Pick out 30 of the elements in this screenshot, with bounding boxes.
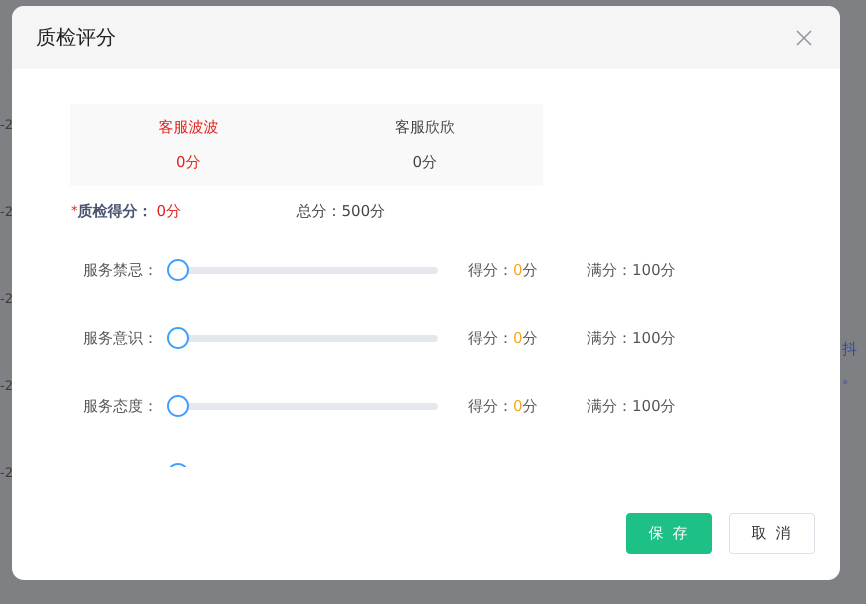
criterion-label: 服务禁忌： <box>82 260 158 280</box>
criterion-label: 服务态度： <box>82 396 158 416</box>
background-text: -2 <box>0 379 13 395</box>
slider-thumb[interactable] <box>167 395 189 417</box>
score-label: 质检得分： <box>78 202 152 220</box>
criterion-max: 满分：100分 <box>587 260 676 280</box>
agent-name[interactable]: 客服波波 <box>158 118 218 137</box>
criterion-max: 满分：100分 <box>587 328 676 348</box>
agent-score: 0分 <box>176 153 201 172</box>
required-mark: * <box>71 204 78 218</box>
criterion-score: 得分：0分 <box>468 396 539 416</box>
dialog-title: 质检评分 <box>36 24 116 51</box>
slider-thumb[interactable] <box>167 327 189 349</box>
background-text: -2 <box>0 118 13 134</box>
background-text: 抖 <box>842 340 857 358</box>
background-text: -2 <box>0 466 13 482</box>
background-text: 。 <box>842 368 857 386</box>
criterion-score: 得分：0分 <box>468 260 539 280</box>
criterion-score: 得分：0分 <box>468 328 539 348</box>
agent-name[interactable]: 客服欣欣 <box>394 118 455 137</box>
total-score: 总分：500分 <box>296 202 386 220</box>
cancel-button[interactable]: 取 消 <box>729 513 815 554</box>
score-value: 0分 <box>156 202 182 220</box>
close-icon[interactable] <box>796 30 812 46</box>
background-text: -2 <box>0 292 13 308</box>
agent-score: 0分 <box>412 153 438 172</box>
slider-thumb[interactable] <box>167 259 189 281</box>
criterion-label: 服务意识： <box>82 328 158 348</box>
background-text: -2 <box>0 205 13 221</box>
criterion-max: 满分：100分 <box>587 396 676 416</box>
